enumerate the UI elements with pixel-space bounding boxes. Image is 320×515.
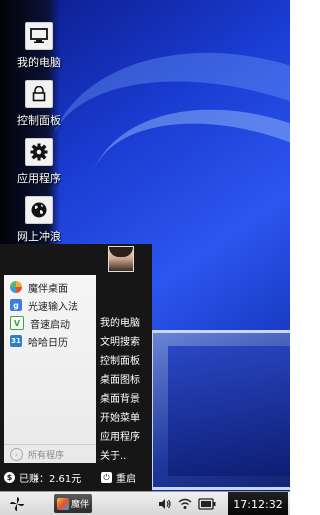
start-menu: 魔伴桌面 g 光速输入法 V 音速启动 31 哈哈日历 › 所有程序 我的电脑 … xyxy=(0,244,152,491)
menu-item-start-menu[interactable]: 开始菜单 xyxy=(100,409,152,424)
pinwheel-icon xyxy=(10,497,24,511)
taskbar-app-label: 魔伴 xyxy=(71,500,90,510)
restart-button[interactable]: ⏻ 重启 xyxy=(101,470,136,485)
desktop-icon-label: 控制面板 xyxy=(17,114,61,127)
power-icon: ⏻ xyxy=(101,472,112,483)
menu-item-applications[interactable]: 应用程序 xyxy=(100,428,152,443)
globe-icon xyxy=(25,196,53,224)
desktop-screen: 我的电脑 控制面板 应用程序 网上冲浪 魔伴桌面 g 光速输入法 V 音速启动 … xyxy=(0,0,290,515)
user-avatar[interactable] xyxy=(108,246,134,272)
start-app-item[interactable]: 31 哈哈日历 xyxy=(4,333,96,349)
start-app-label: 哈哈日历 xyxy=(28,337,68,349)
desktop-icon-label: 我的电脑 xyxy=(17,56,61,69)
menu-item-my-computer[interactable]: 我的电脑 xyxy=(100,314,152,329)
desktop-icon-label: 应用程序 xyxy=(17,172,61,185)
lock-icon xyxy=(25,80,53,108)
desktop-icon-my-computer[interactable]: 我的电脑 xyxy=(9,22,69,70)
menu-item-control-panel[interactable]: 控制面板 xyxy=(100,352,152,367)
restart-label: 重启 xyxy=(116,474,136,485)
monitor-icon xyxy=(25,22,53,50)
earned-indicator: $ 已赚：2.61元 xyxy=(4,470,81,485)
menu-item-desktop-icons[interactable]: 桌面图标 xyxy=(100,371,152,386)
menu-item-desktop-background[interactable]: 桌面背景 xyxy=(100,390,152,405)
clock[interactable]: 17:12:32 xyxy=(228,492,288,515)
menu-item-about[interactable]: 关于.. xyxy=(100,447,152,462)
coin-icon: $ xyxy=(4,472,15,483)
all-programs-label: 所有程序 xyxy=(28,450,65,461)
desktop-icon-applications[interactable]: 应用程序 xyxy=(9,138,69,186)
taskbar: 魔伴 17:12:32 xyxy=(0,491,290,515)
all-programs-button[interactable]: › 所有程序 xyxy=(4,444,96,463)
desktop-icon-surf-web[interactable]: 网上冲浪 xyxy=(9,196,69,244)
start-menu-app-list: 魔伴桌面 g 光速输入法 V 音速启动 31 哈哈日历 › 所有程序 xyxy=(4,275,96,463)
desktop-icon-label: 网上冲浪 xyxy=(17,230,61,243)
start-app-label: 魔伴桌面 xyxy=(28,283,68,295)
g-letter-icon: g xyxy=(10,299,22,311)
taskbar-app-button[interactable]: 魔伴 xyxy=(54,494,92,513)
wifi-icon[interactable] xyxy=(178,496,192,512)
volume-icon[interactable] xyxy=(158,496,172,512)
arrow-right-icon: › xyxy=(10,447,23,461)
start-app-item[interactable]: V 音速启动 xyxy=(4,315,96,331)
gear-icon xyxy=(25,138,53,166)
wallpaper-frame-inner xyxy=(168,346,290,476)
start-app-label: 音速启动 xyxy=(30,319,70,331)
desktop-icon-control-panel[interactable]: 控制面板 xyxy=(9,80,69,128)
app-icon xyxy=(57,497,69,510)
earned-text: 已赚：2.61元 xyxy=(19,474,82,485)
menu-item-search[interactable]: 文明搜索 xyxy=(100,333,152,348)
v-letter-icon: V xyxy=(10,316,24,330)
start-button[interactable] xyxy=(6,495,28,513)
start-app-label: 光速输入法 xyxy=(28,301,78,313)
avatar-hair xyxy=(109,247,133,257)
start-app-item[interactable]: g 光速输入法 xyxy=(4,297,96,313)
battery-icon[interactable] xyxy=(198,496,216,512)
start-app-item[interactable]: 魔伴桌面 xyxy=(4,279,96,295)
pinwheel-icon xyxy=(10,281,22,293)
calendar-icon: 31 xyxy=(10,335,22,347)
